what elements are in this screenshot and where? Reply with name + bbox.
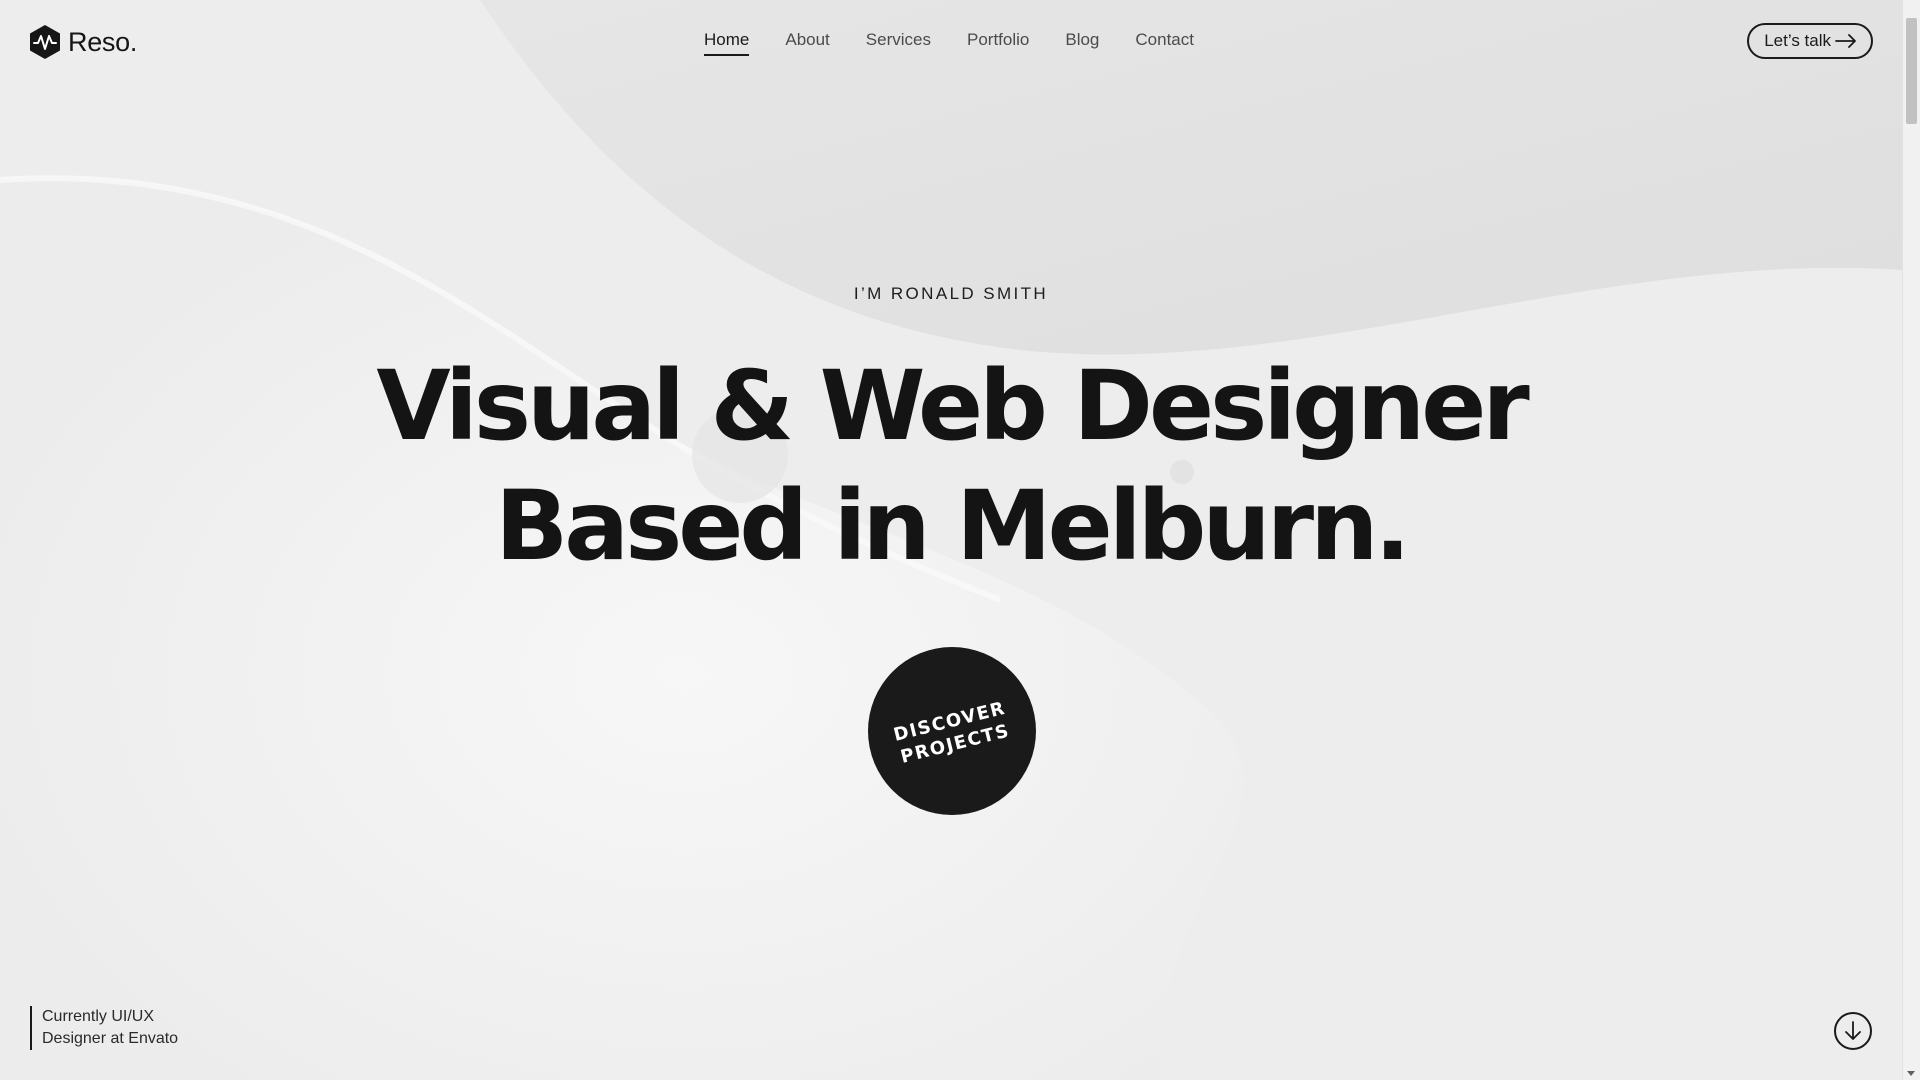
current-role-line1: Currently UI/UX [42, 1008, 155, 1025]
scroll-down-button[interactable] [1834, 1012, 1872, 1050]
scrollbar-thumb[interactable] [1906, 18, 1917, 124]
hero-eyebrow: I’M RONALD SMITH [853, 284, 1049, 303]
arrow-right-icon [1835, 34, 1856, 48]
page: Reso. Home About Services Portfolio Blog… [0, 0, 1920, 1080]
current-role: Currently UI/UX Designer at Envato [30, 1006, 178, 1050]
lets-talk-label: Let’s talk [1764, 31, 1831, 50]
discover-projects-button[interactable]: DISCOVER PROJECTS [868, 647, 1036, 815]
wave-hexagon-icon [30, 25, 60, 59]
logo-text: Reso. [68, 26, 138, 57]
lets-talk-button[interactable]: Let’s talk [1747, 23, 1873, 59]
hero-headline-line2: Based in Melburn. [495, 470, 1411, 582]
current-role-line2: Designer at Envato [42, 1030, 179, 1047]
nav-item-about[interactable]: About [785, 30, 829, 56]
nav-item-portfolio[interactable]: Portfolio [967, 30, 1029, 56]
arrow-down-circle-icon [1845, 1021, 1861, 1040]
nav-item-contact[interactable]: Contact [1135, 30, 1194, 56]
scrollbar-down-arrow-icon[interactable] [1907, 1071, 1915, 1076]
logo[interactable]: Reso. [28, 24, 137, 60]
hero-headline-line1: Visual & Web Designer [376, 350, 1529, 462]
page-scrollbar[interactable] [1902, 0, 1920, 1080]
nav-item-home[interactable]: Home [704, 30, 750, 56]
nav-item-services[interactable]: Services [866, 30, 931, 56]
discover-projects-badge: DISCOVER PROJECTS [892, 698, 1013, 768]
nav-item-blog[interactable]: Blog [1065, 30, 1099, 56]
main-nav: Home About Services Portfolio Blog Conta… [704, 30, 1194, 56]
